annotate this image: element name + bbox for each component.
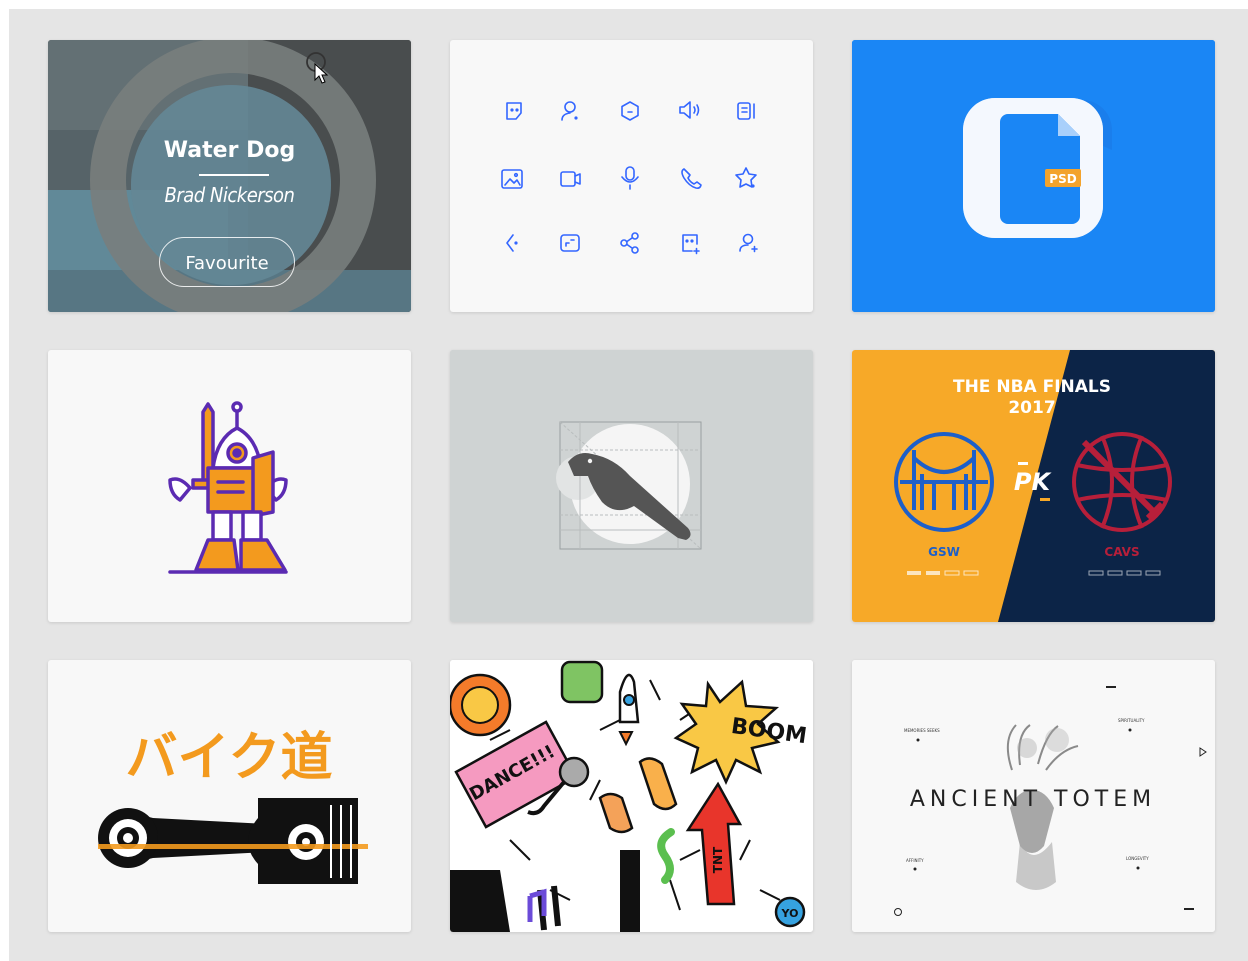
hexagon-icon	[621, 101, 639, 121]
card-nba-finals[interactable]: THE NBA FINALS 2017 GSW PK CAVS	[852, 350, 1215, 622]
user-icon	[561, 101, 578, 121]
bird-logo-grid	[450, 350, 813, 622]
card-robot-knight[interactable]	[48, 350, 411, 622]
vs-label: PK	[1014, 468, 1053, 496]
add-user-icon	[739, 233, 758, 253]
totem-title: ANCIENT TOTEM	[910, 787, 1156, 812]
card-bike-way[interactable]: バイク道	[48, 660, 411, 932]
card-ancient-totem[interactable]: ANCIENT TOTEM MEMORIES SEEKS SPIRITUALIT…	[852, 660, 1215, 932]
title-divider	[199, 174, 269, 176]
card-title: Water Dog	[163, 138, 296, 163]
video-icon	[560, 171, 581, 187]
team-left: GSW	[928, 545, 960, 559]
doodle-tnt: TNT	[711, 846, 725, 873]
microphone-icon	[621, 166, 639, 190]
image-icon	[501, 169, 523, 189]
gallery-background: Water Dog Brad Nickerson Favourite PSD T…	[9, 9, 1248, 961]
favourite-button[interactable]: Favourite	[159, 237, 295, 287]
card-psd-app-icon[interactable]: PSD	[852, 40, 1215, 312]
card-bird-logo[interactable]	[450, 350, 813, 622]
label-longevity: LONGEVITY	[1126, 856, 1149, 861]
share-icon	[620, 232, 639, 254]
team-right: CAVS	[1104, 545, 1139, 559]
speaker-icon	[679, 101, 700, 119]
nba-year: 2017	[1008, 398, 1055, 418]
doodle-illustration: BOOM DANCE!!! TNT YO	[450, 660, 813, 932]
back-icon	[506, 234, 518, 252]
card-water-dog[interactable]: Water Dog Brad Nickerson Favourite	[48, 40, 411, 312]
icon-set-preview	[501, 101, 758, 255]
label-memories: MEMORIES SEEKS	[904, 728, 940, 733]
card-icon-set[interactable]	[450, 40, 813, 312]
sticker-icon	[506, 102, 522, 120]
psd-app-icon: PSD	[852, 40, 1215, 312]
label-spirituality: SPIRITUALITY	[1118, 718, 1145, 723]
card-doodle[interactable]: BOOM DANCE!!! TNT YO	[450, 660, 813, 932]
document-icon	[737, 102, 755, 120]
ancient-totem-poster: ANCIENT TOTEM MEMORIES SEEKS SPIRITUALIT…	[852, 660, 1215, 932]
label-affinity: AFFINITY	[906, 858, 924, 863]
star-icon	[735, 167, 757, 188]
shot-grid: Water Dog Brad Nickerson Favourite PSD T…	[48, 40, 1215, 932]
cursor-icon	[306, 52, 329, 84]
nba-heading: THE NBA FINALS	[953, 377, 1111, 397]
emoji-add-icon	[682, 234, 700, 255]
resize-icon	[560, 234, 580, 252]
phone-icon	[681, 168, 702, 189]
japanese-title: バイク道	[126, 728, 333, 788]
doodle-yo: YO	[781, 907, 799, 920]
robot-knight-icon	[168, 401, 288, 574]
piston-illustration: バイク道	[98, 728, 368, 884]
nba-finals-poster: THE NBA FINALS 2017 GSW PK CAVS	[852, 350, 1215, 622]
psd-badge: PSD	[1049, 172, 1076, 186]
card-author: Brad Nickerson	[164, 183, 295, 207]
